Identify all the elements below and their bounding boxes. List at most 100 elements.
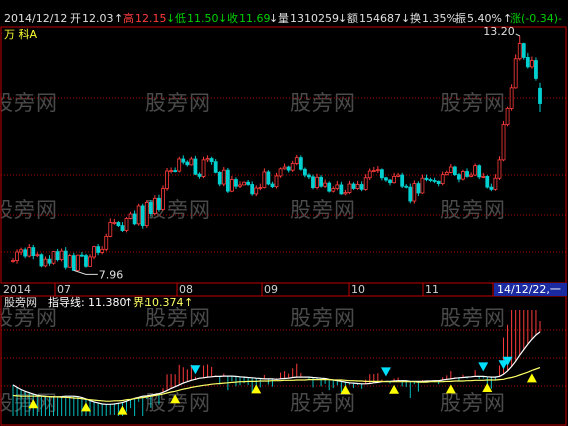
min-marker-leader — [73, 269, 98, 275]
amplitude-label: 振 — [455, 11, 466, 25]
candle-body — [384, 177, 388, 181]
high-value: 12.15 — [135, 12, 167, 25]
date-axis: 2014 07 08 09 10 11 14/12/22,一 — [3, 283, 567, 296]
price-markers: 13.20 7.96 — [73, 25, 520, 281]
candle-body — [262, 171, 267, 189]
candle-body — [35, 254, 40, 257]
candle-body — [307, 174, 311, 178]
candle-body — [294, 157, 299, 164]
candle-body — [238, 184, 242, 187]
candle-body — [282, 166, 287, 170]
watermark-layer: 股旁网 股旁网 股旁网 股旁网股旁网 股旁网 股旁网 股旁网股旁网 股旁网 股旁网 股旁网股旁网股… — [0, 91, 506, 415]
candle-body — [140, 205, 145, 227]
candle-body — [55, 251, 60, 261]
guide-line-value: 11.380 — [88, 296, 127, 309]
watermark-text: 股旁网 — [290, 391, 356, 415]
candle-body — [477, 165, 482, 178]
candle-body — [185, 161, 190, 166]
candle-body — [15, 251, 19, 261]
buy-signal-icon — [80, 402, 91, 412]
candle-body — [412, 183, 417, 202]
candle-body — [152, 197, 157, 214]
candle-body — [343, 192, 348, 195]
candle-body — [161, 188, 165, 210]
candle-body — [396, 174, 401, 177]
watermark-text: 股旁网 — [290, 91, 356, 115]
change-label: 涨 — [510, 12, 521, 25]
candle-body — [428, 179, 433, 181]
candle-body — [302, 168, 307, 176]
candle-body — [39, 254, 44, 267]
turnover-value: 1.35% — [422, 12, 457, 25]
low-arrow-icon: ↓ — [218, 12, 227, 25]
candlestick-series — [11, 35, 542, 271]
candle-body — [311, 176, 315, 189]
sell-signal-icon — [380, 367, 391, 377]
amount-label: 额 — [347, 12, 358, 25]
candle-body — [497, 159, 502, 179]
candle-body — [465, 171, 469, 177]
candle-body — [505, 108, 510, 125]
candle-body — [363, 177, 368, 190]
guide-line-label: 指导线: — [48, 295, 85, 309]
turnover-label: 换 — [410, 11, 421, 25]
candle-body — [258, 187, 263, 190]
volume-label: 量 — [278, 12, 289, 25]
high-label: 高 — [123, 11, 134, 25]
volume-arrow-icon: ↓ — [338, 12, 347, 25]
amplitude-value: 5.40% — [467, 12, 502, 25]
guide-arrow-icon: ↑ — [124, 296, 133, 309]
candle-body — [375, 169, 380, 172]
candle-body — [108, 222, 113, 237]
candle-body — [59, 250, 64, 261]
candle-body — [51, 251, 56, 264]
candle-body — [136, 205, 141, 225]
current-date: 14/12/22,一 — [497, 283, 561, 296]
open-value: 12.03 — [82, 12, 114, 25]
buy-signal-icon — [117, 405, 128, 415]
candle-body — [242, 181, 246, 186]
date-label-11: 11 — [425, 283, 439, 296]
candle-body — [448, 166, 453, 173]
watermark-text: 股旁网 — [440, 198, 506, 222]
candle-body — [509, 87, 514, 109]
candle-body — [43, 258, 48, 267]
candle-body — [193, 158, 198, 175]
candle-body — [335, 184, 340, 189]
candle-body — [278, 168, 283, 177]
watermark-text: 股旁网 — [0, 91, 58, 115]
buy-signal-icon — [526, 373, 537, 383]
candle-body — [88, 256, 92, 267]
candle-body — [432, 180, 437, 182]
amount-value: 154687 — [359, 12, 401, 25]
sell-signal-icon — [190, 365, 201, 375]
candle-body — [331, 188, 336, 192]
candle-body — [11, 260, 15, 262]
candle-body — [290, 163, 295, 171]
candle-body — [323, 182, 328, 187]
candle-body — [165, 170, 169, 189]
low-value: 11.50 — [187, 12, 219, 25]
candle-body — [75, 254, 80, 271]
candle-body — [444, 171, 449, 176]
candle-body — [213, 161, 218, 173]
candle-body — [71, 255, 76, 271]
max-marker-leader — [515, 33, 520, 37]
candle-body — [148, 201, 153, 214]
candle-body — [371, 170, 376, 173]
candle-body — [404, 185, 409, 188]
candle-body — [116, 222, 121, 227]
candle-body — [270, 183, 275, 188]
candle-body — [31, 247, 36, 257]
close-arrow-icon: ↓ — [269, 12, 278, 25]
candle-body — [351, 183, 356, 189]
watermark-text: 股旁网 — [145, 306, 211, 330]
watermark-text: 股旁网 — [145, 91, 211, 115]
watermark-text: 股旁网 — [440, 91, 506, 115]
candle-body — [355, 184, 360, 189]
candle-body — [181, 158, 186, 163]
candle-body — [197, 173, 202, 177]
candle-body — [452, 166, 457, 176]
volume-value: 1310259 — [290, 12, 339, 25]
date-label-07: 07 — [57, 283, 71, 296]
